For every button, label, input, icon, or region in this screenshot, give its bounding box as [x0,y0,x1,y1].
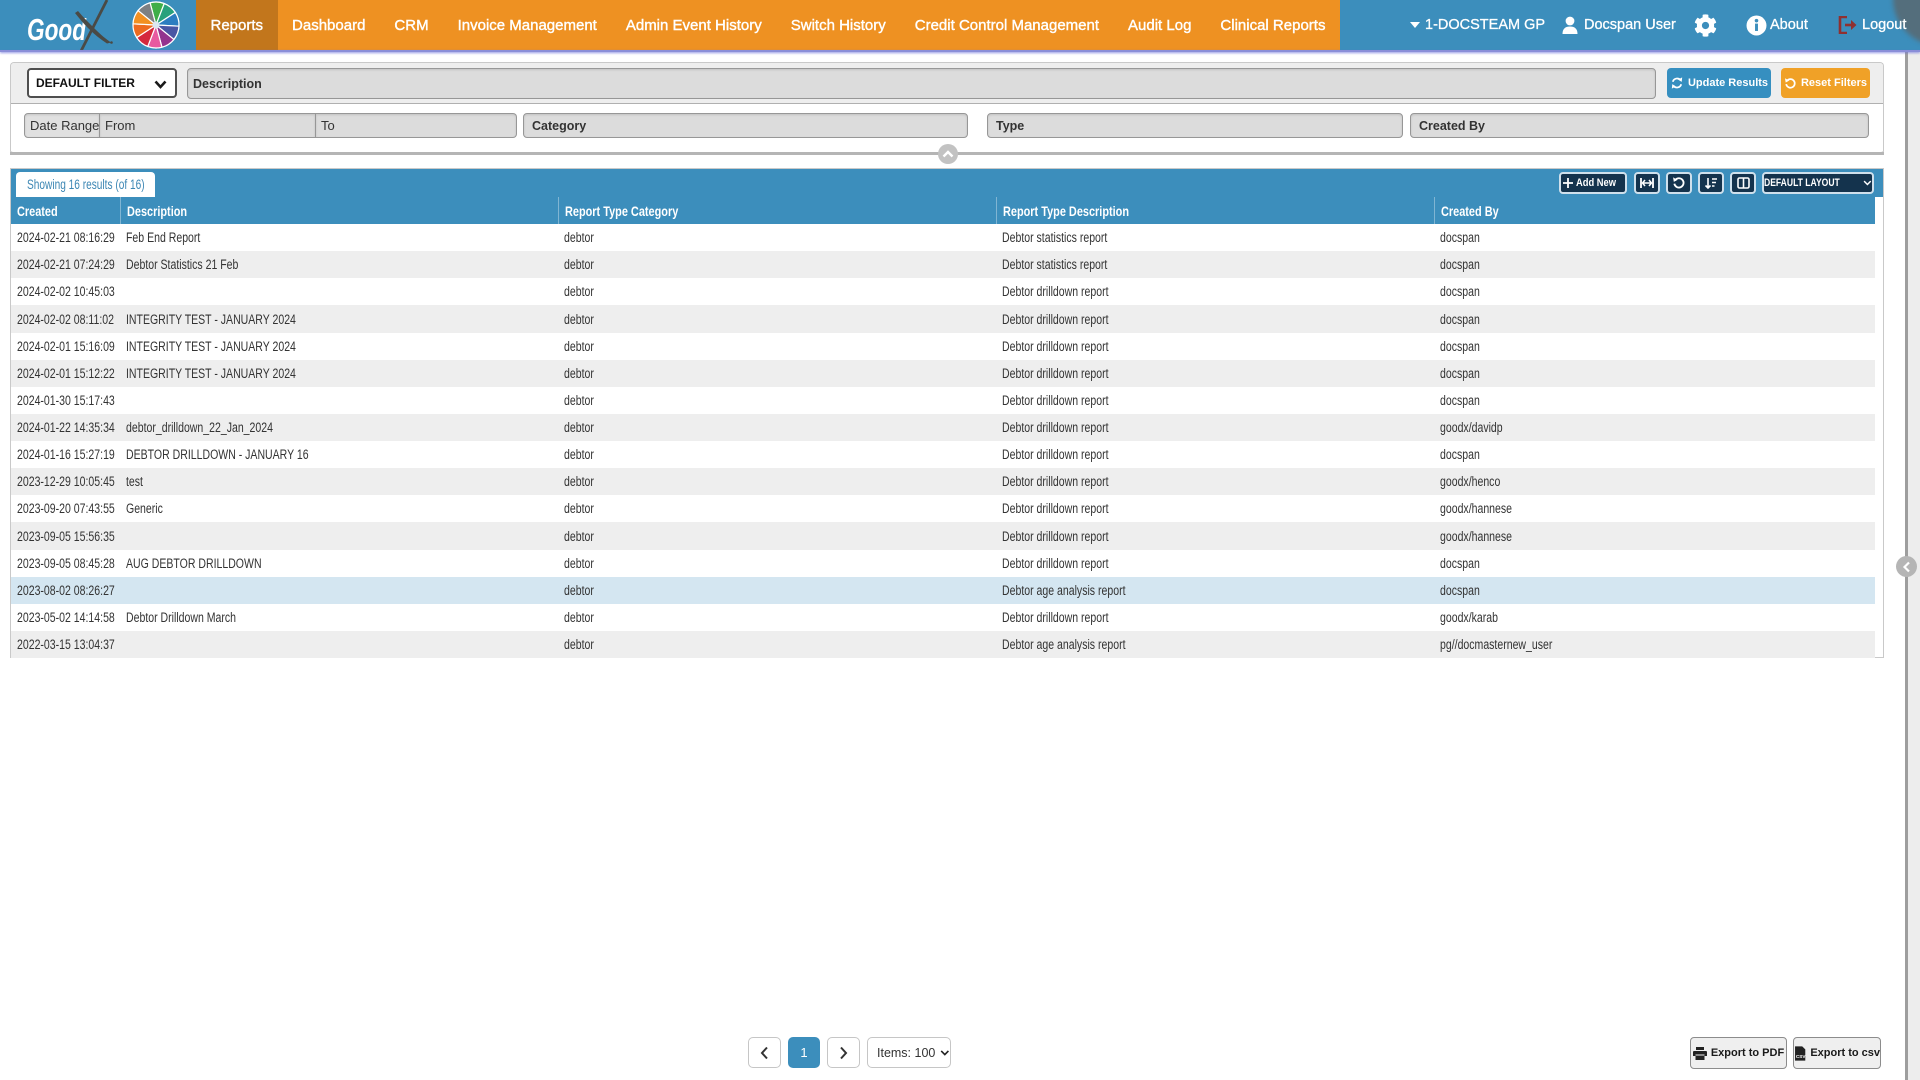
svg-text:CSV: CSV [1796,1054,1806,1059]
